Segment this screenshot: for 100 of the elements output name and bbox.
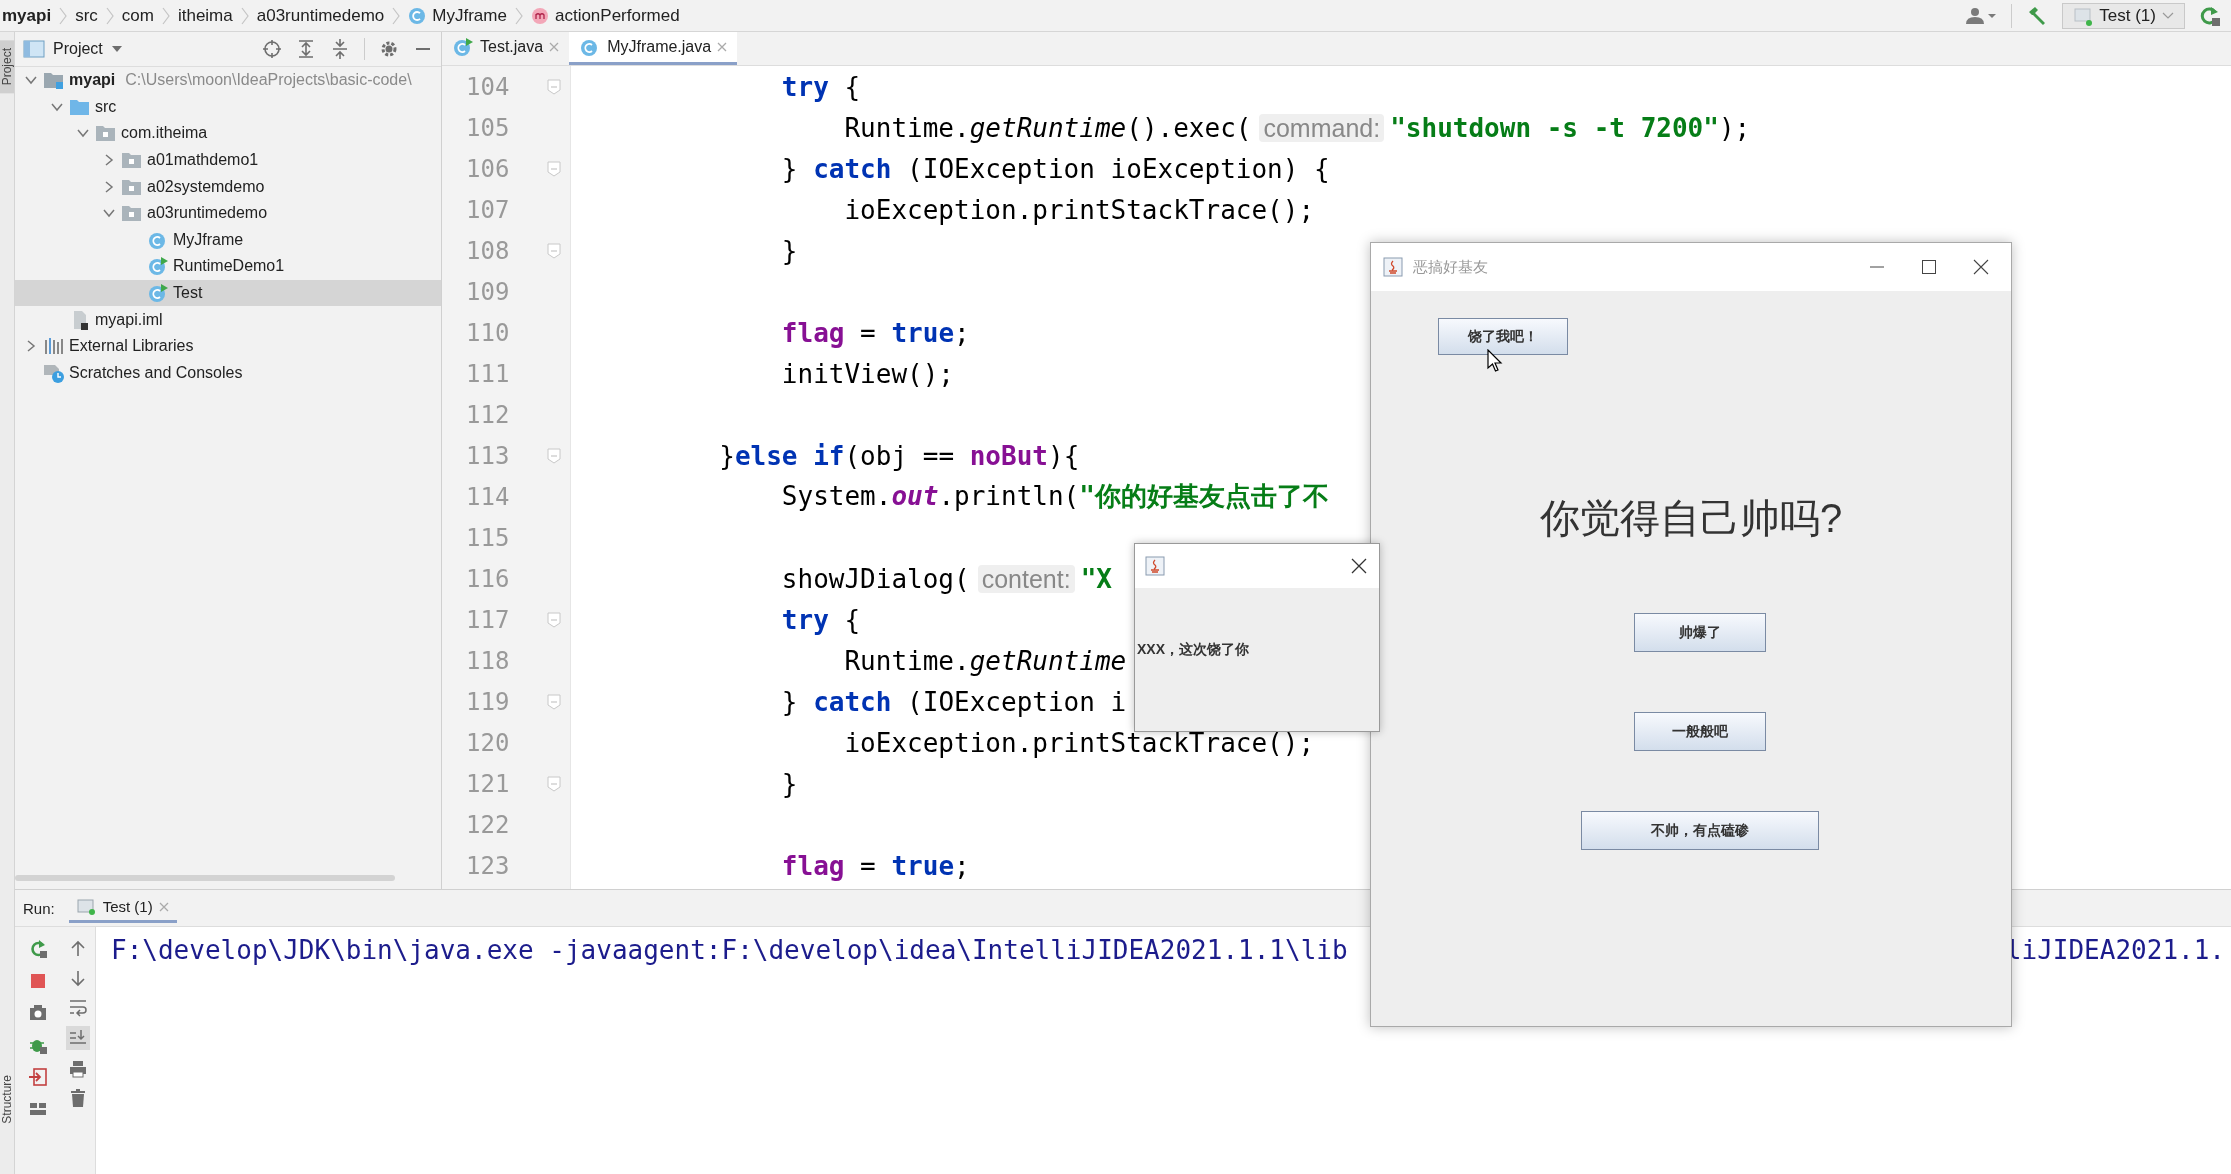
close-icon[interactable] [1351,558,1367,574]
breadcrumb-item[interactable]: itheima [177,5,233,26]
editor-tab[interactable]: MyJframe.java [569,32,738,65]
camera-icon[interactable] [28,1003,48,1023]
fold-marker-icon[interactable] [547,78,561,95]
line-number: 113 [465,441,511,470]
tree-item[interactable]: MyJframe [15,226,441,254]
class-icon [147,256,169,277]
expand-all-icon[interactable] [296,39,316,59]
code-line: ioException.printStackTrace(); [843,727,1315,758]
tree-item[interactable]: myapi C:\Users\moon\IdeaProjects\basic-code\ [15,67,441,94]
tree-item[interactable]: myapi.iml [15,306,441,333]
run-configuration-dropdown[interactable]: Test (1) [2062,2,2185,29]
code-line: ioException.printStackTrace(); [843,194,1315,225]
line-number: 122 [465,810,511,839]
line-number: 116 [465,564,511,593]
breadcrumb-item[interactable]: MyJframe [408,5,507,26]
line-number: 107 [465,195,511,224]
tree-item[interactable]: RuntimeDemo1 [15,253,441,280]
soft-wrap-icon[interactable] [68,997,88,1017]
class-icon [147,283,169,304]
chevron-icon [392,5,401,26]
line-number: 117 [465,605,511,634]
user-icon[interactable] [1963,5,1998,26]
code-line: try { [780,71,861,102]
project-view-dropdown[interactable]: Project [23,39,123,59]
code-line: } catch (IOException i [780,686,1127,717]
dialog-message: XXX，这次饶了你 [1137,640,1249,659]
line-number: 115 [465,523,511,552]
line-number: 109 [465,277,511,306]
line-number: 112 [465,400,511,429]
fold-marker-icon[interactable] [547,693,561,710]
chevron-icon [514,5,523,26]
breadcrumb-item[interactable]: com [121,5,154,26]
run-window-icon [2073,5,2094,26]
window-title: 恶搞好基友 [1413,257,1488,277]
line-number: 104 [465,72,511,101]
caret-icon [110,45,123,53]
fold-marker-icon[interactable] [547,611,561,628]
java-icon [1383,257,1403,277]
project-tool-tab[interactable]: Project [0,40,14,94]
chevron-icon [240,5,249,26]
console-line: F:\develop\JDK\bin\java.exe -javaagent:F:\develop\idea\IntelliJIDEA2021.1.1\lib [111,935,1348,967]
tree-item[interactable]: a02systemdemo [15,173,441,200]
fold-marker-icon[interactable] [547,160,561,177]
scrollbar[interactable] [15,875,395,881]
class-icon [408,6,427,25]
question-label: 你觉得自己帅吗? [1538,495,1844,542]
method-icon [530,6,549,25]
close-icon[interactable] [1973,259,1989,275]
locate-icon[interactable] [262,39,282,59]
line-number: 123 [465,851,511,880]
trash-icon[interactable] [68,1088,88,1108]
fold-marker-icon[interactable] [547,775,561,792]
print-icon[interactable] [68,1059,88,1079]
swing-button[interactable]: 一般般吧 [1634,712,1766,751]
scratch-file-icon [43,362,65,383]
swing-button[interactable]: 饶了我吧！ [1438,318,1568,355]
stop-icon[interactable] [28,971,48,991]
code-line: Runtime.getRuntime().exec( command: "shutdown -s -t 7200"); [843,112,1751,143]
structure-tool-tab[interactable]: Structure [0,1075,14,1124]
line-number: 111 [465,359,511,388]
settings-icon[interactable] [379,39,399,59]
code-line: try { [780,604,861,635]
breadcrumb-item[interactable]: a03runtimedemo [256,5,385,26]
line-number: 108 [465,236,511,265]
tree-item[interactable]: a01mathdemo1 [15,146,441,174]
package-folder-icon [121,203,143,224]
line-number: 110 [465,318,511,347]
run-tab[interactable]: Test (1) [68,893,177,923]
chevron-icon [105,5,114,26]
fold-marker-icon[interactable] [547,447,561,464]
breadcrumb-item[interactable]: src [75,5,98,26]
console-line: liJIDEA2021.1. [2005,935,2225,967]
tree-item[interactable]: External Libraries [15,332,441,360]
tree-item[interactable]: a03runtimedemo [15,199,441,227]
maximize-icon[interactable] [1921,259,1937,275]
collapse-all-icon[interactable] [330,39,350,59]
rerun-icon[interactable] [28,939,48,959]
code-line: } [780,235,798,266]
package-folder-icon [121,150,143,171]
swing-button[interactable]: 不帅，有点磕碜 [1581,811,1819,850]
down-arrow-icon[interactable] [68,968,88,988]
module-folder-icon [43,70,65,91]
tree-item[interactable]: Test [15,279,441,307]
line-number: 106 [465,154,511,183]
fold-marker-icon[interactable] [547,242,561,259]
login-icon[interactable] [28,1067,48,1087]
rerun-icon[interactable] [2199,4,2221,27]
scroll-to-end-icon[interactable] [66,1026,90,1050]
chevron-icon [59,5,68,26]
breadcrumb-item[interactable]: actionPerformed [530,5,680,26]
code-line: System.out.println("你的好基友点击了不 [780,480,1329,513]
tree-item[interactable]: src [15,93,441,121]
swing-button[interactable]: 帅爆了 [1634,613,1766,652]
line-number: 114 [465,482,511,511]
editor-tab[interactable]: Test.java [442,32,570,65]
breadcrumb-item[interactable]: myapi [2,5,52,26]
tree-item[interactable]: com.itheima [15,120,441,147]
tree-item[interactable]: Scratches and Consoles [15,359,441,387]
